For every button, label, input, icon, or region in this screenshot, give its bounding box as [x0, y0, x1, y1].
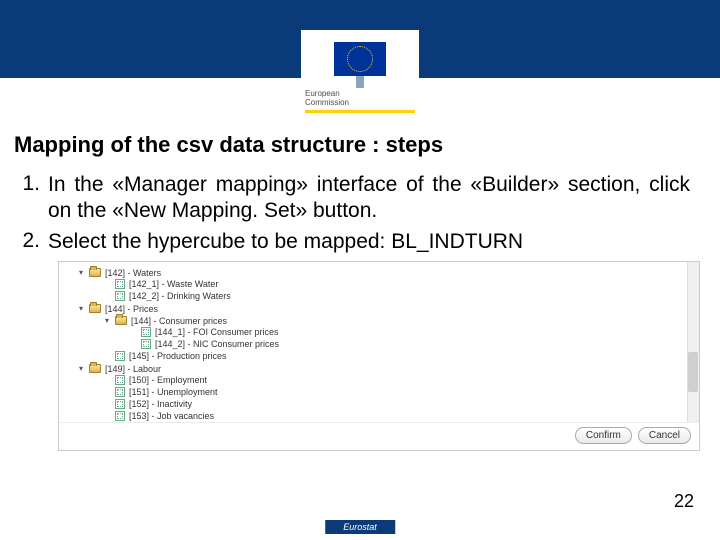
scrollbar[interactable] [687, 262, 699, 422]
logo-underline [305, 110, 415, 113]
twisty-icon[interactable] [103, 388, 111, 396]
tree-node[interactable]: ▾ [144] - Consumer prices [103, 316, 227, 326]
confirm-button[interactable]: Confirm [575, 427, 632, 444]
folder-icon [89, 304, 101, 313]
tree-node[interactable]: [145] - Production prices [103, 351, 227, 361]
step-2-number: 2. [16, 229, 48, 255]
step-1-number: 1. [16, 172, 48, 225]
cube-icon [141, 339, 151, 349]
eu-flag-icon [334, 42, 386, 76]
cancel-button[interactable]: Cancel [638, 427, 691, 444]
tree-node[interactable]: [142_2] - Drinking Waters [103, 291, 231, 301]
logo-line2: Commission [305, 98, 349, 107]
twisty-icon[interactable] [103, 292, 111, 300]
footer-badge: Eurostat [325, 520, 395, 534]
tree-node[interactable]: ▾ [142] - Waters [77, 268, 161, 278]
step-1-text: In the «Manager mapping» interface of th… [48, 172, 690, 225]
cube-icon [115, 291, 125, 301]
cube-icon [115, 411, 125, 421]
folder-icon [89, 268, 101, 277]
node-label: [153] - Job vacancies [129, 411, 214, 421]
cube-icon [115, 375, 125, 385]
node-label: [144] - Prices [105, 304, 158, 314]
twisty-icon[interactable]: ▾ [103, 317, 111, 325]
logo-pillar-icon [356, 74, 364, 88]
cube-icon [115, 279, 125, 289]
node-label: [142_1] - Waste Water [129, 279, 218, 289]
step-1: 1. In the «Manager mapping» interface of… [16, 172, 690, 225]
twisty-icon[interactable]: ▾ [77, 365, 85, 373]
twisty-icon[interactable] [129, 328, 137, 336]
tree-node[interactable]: [152] - Inactivity [103, 399, 192, 409]
page-number: 22 [674, 491, 694, 512]
node-label: [150] - Employment [129, 375, 207, 385]
scrollbar-thumb[interactable] [688, 352, 698, 392]
twisty-icon[interactable] [129, 340, 137, 348]
tree-scroll-area[interactable]: ▾ [142] - Waters[142_1] - Waste Water [142… [59, 262, 699, 422]
tree-node[interactable]: [142_1] - Waste Water [103, 279, 218, 289]
node-label: [149] - Labour [105, 364, 161, 374]
cube-icon [141, 327, 151, 337]
logo-line1: European [305, 89, 340, 98]
node-label: [145] - Production prices [129, 351, 227, 361]
node-label: [144_1] - FOI Consumer prices [155, 327, 279, 337]
twisty-icon[interactable]: ▾ [77, 269, 85, 277]
tree-node[interactable]: [151] - Unemployment [103, 387, 218, 397]
tree-node[interactable]: ▾ [144] - Prices [77, 304, 158, 314]
tree-root: ▾ [142] - Waters[142_1] - Waste Water [142… [65, 267, 693, 422]
node-label: [144] - Consumer prices [131, 316, 227, 326]
cube-icon [115, 399, 125, 409]
node-label: [152] - Inactivity [129, 399, 192, 409]
dialog-button-bar: Confirm Cancel [59, 422, 699, 450]
tree-node[interactable]: [150] - Employment [103, 375, 207, 385]
twisty-icon[interactable] [103, 352, 111, 360]
cube-icon [115, 351, 125, 361]
node-label: [151] - Unemployment [129, 387, 218, 397]
step-2-text: Select the hypercube to be mapped: BL_IN… [48, 229, 690, 255]
twisty-icon[interactable]: ▾ [77, 305, 85, 313]
twisty-icon[interactable] [103, 376, 111, 384]
ec-logo: European Commission [301, 30, 419, 124]
tree-node[interactable]: ▾ [149] - Labour [77, 364, 161, 374]
node-label: [142_2] - Drinking Waters [129, 291, 231, 301]
folder-icon [89, 364, 101, 373]
logo-text: European Commission [305, 90, 415, 108]
folder-icon [115, 316, 127, 325]
slide-title: Mapping of the csv data structure : step… [14, 132, 720, 158]
twisty-icon[interactable] [103, 400, 111, 408]
tree-node[interactable]: [144_2] - NIC Consumer prices [129, 339, 279, 349]
node-label: [144_2] - NIC Consumer prices [155, 339, 279, 349]
twisty-icon[interactable] [103, 412, 111, 420]
hypercube-tree-panel: ▾ [142] - Waters[142_1] - Waste Water [142… [58, 261, 700, 451]
tree-node[interactable]: [144_1] - FOI Consumer prices [129, 327, 279, 337]
step-2: 2. Select the hypercube to be mapped: BL… [16, 229, 690, 255]
cube-icon [115, 387, 125, 397]
steps-list: 1. In the «Manager mapping» interface of… [16, 172, 690, 255]
node-label: [142] - Waters [105, 268, 161, 278]
tree-node[interactable]: [153] - Job vacancies [103, 411, 214, 421]
twisty-icon[interactable] [103, 280, 111, 288]
